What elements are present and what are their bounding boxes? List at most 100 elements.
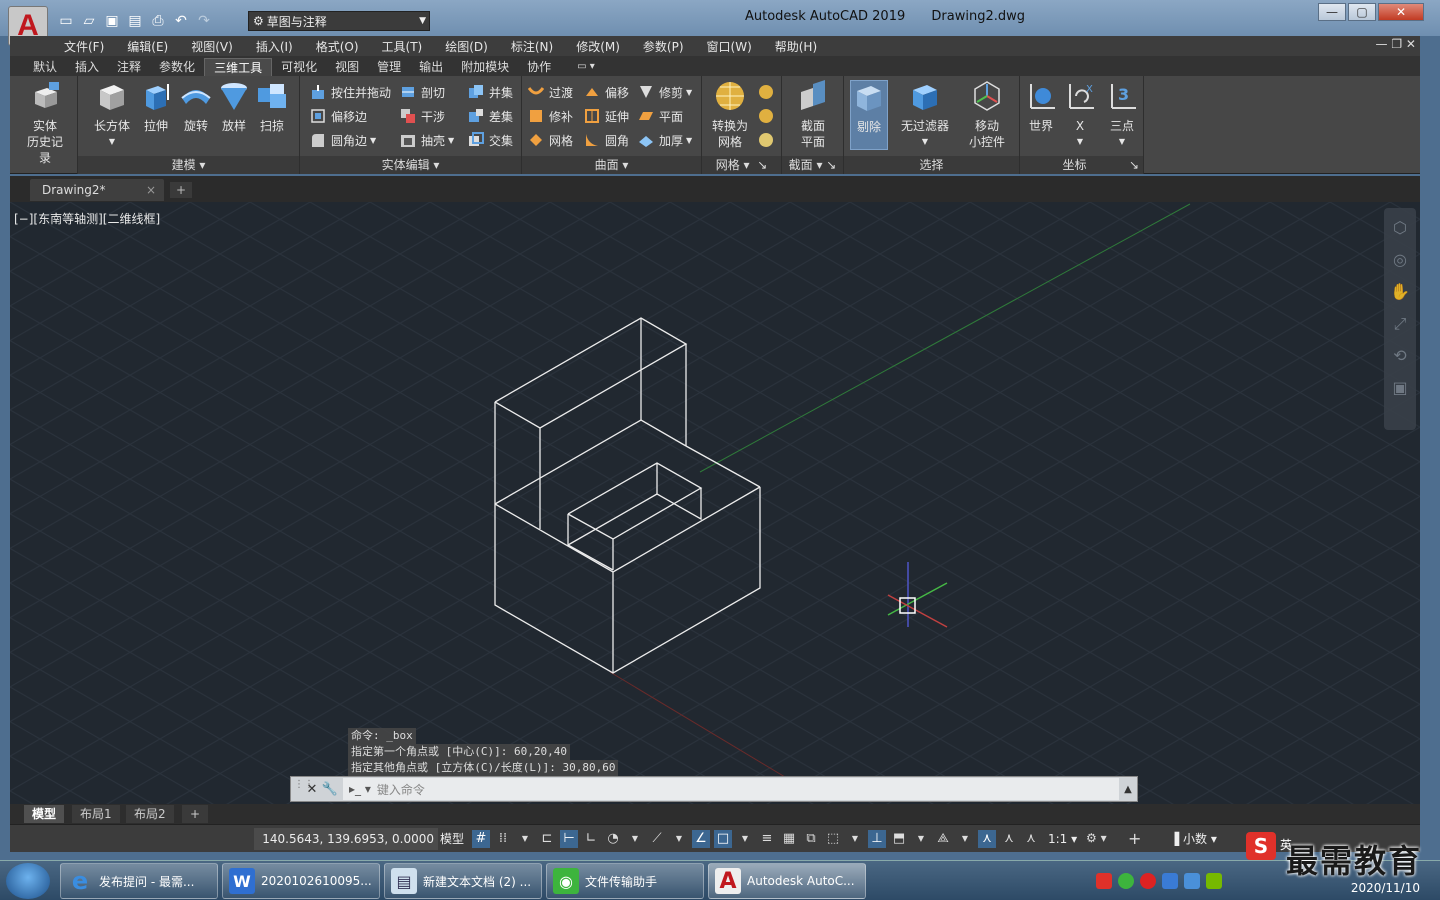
menu-modify[interactable]: 修改(M) [576,38,620,55]
transparency-icon[interactable]: ▦ [780,830,798,848]
annotation-scale-icon[interactable]: ⋏ [1022,830,1040,848]
culling-button[interactable]: 剔除 [850,80,888,150]
cursor-coordinates[interactable]: 140.5643, 139.6953, 0.0000 [254,828,438,850]
command-prompt-icon[interactable]: ▸_ ▾ [349,782,371,796]
snap-icon[interactable]: ⁞⁞ [494,830,512,848]
drawing-canvas[interactable] [10,202,1420,804]
nvidia-icon[interactable] [1206,873,1222,889]
command-input[interactable]: ▸_ ▾ 键入命令 [343,778,1119,800]
dynamic-input-icon[interactable]: ⊢ [560,830,578,848]
save-as-icon[interactable]: ▤ [125,11,145,31]
tab-insert[interactable]: 插入 [66,58,108,76]
grid-icon[interactable]: # [472,830,490,848]
surface-network-button[interactable]: 网格 [528,130,573,150]
surface-fillet-button[interactable]: 圆角 [584,130,629,150]
plus-icon[interactable]: + [1128,829,1141,848]
tab-collaborate[interactable]: 协作 [518,58,560,76]
surface-extend-button[interactable]: 延伸 [584,106,629,126]
3d-osnap-icon[interactable]: ⬚ [824,830,842,848]
tab-visualize[interactable]: 可视化 [272,58,326,76]
close-icon[interactable]: × [146,179,156,201]
panel-mesh-title[interactable]: 网格 ▾ ↘ [702,156,781,174]
drag-handle-icon[interactable]: ⋮⋮ [291,779,314,799]
subtract-button[interactable]: 差集 [468,106,513,126]
slice-button[interactable]: 剖切 [400,82,445,102]
chevron-down-icon[interactable]: ▼ [626,830,644,848]
open-file-icon[interactable]: ▱ [79,11,99,31]
taskbar-item-notepad[interactable]: ▤ 新建文本文档 (2) ... [384,863,542,899]
tab-annotate[interactable]: 注释 [108,58,150,76]
doc-window-controls[interactable]: — ❐ ✕ [1376,37,1416,51]
tab-output[interactable]: 输出 [410,58,452,76]
surface-blend-button[interactable]: 过渡 [528,82,573,102]
steering-wheel-icon[interactable]: ◎ [1388,248,1412,272]
menu-window[interactable]: 窗口(W) [707,38,752,55]
selection-cycling-icon[interactable]: ⧉ [802,830,820,848]
tab-3d-tools[interactable]: 三维工具 [204,58,273,76]
zoom-extents-icon[interactable]: ⤢ [1388,312,1412,336]
tab-manage[interactable]: 管理 [368,58,410,76]
panel-section-title[interactable]: 截面 ▾ ↘ [782,156,843,174]
menu-insert[interactable]: 插入(I) [256,38,293,55]
intersect-button[interactable]: 交集 [468,130,513,150]
move-gizmo-button[interactable]: 移动 小控件 [962,80,1012,150]
maximize-button[interactable]: ▢ [1348,3,1376,21]
tab-addins[interactable]: 附加模块 [452,58,518,76]
units-dropdown[interactable]: ▐ 小数 ▾ [1170,828,1250,850]
tab-parametric[interactable]: 参数化 [150,58,204,76]
model-space-button[interactable]: 模型 [440,828,464,850]
extrude-button[interactable]: 拉伸 [136,80,176,134]
panel-coordinates-title[interactable]: 坐标 ↘ [1020,156,1143,174]
selection-filter-icon[interactable]: ⬒ [890,830,908,848]
ucs-x-button[interactable]: X X ▼ [1062,80,1098,150]
annotation-scale-dropdown[interactable]: 1:1 ▾ [1048,828,1077,850]
panel-surface-title[interactable]: 曲面 ▾ [522,156,701,174]
tab-view[interactable]: 视图 [326,58,368,76]
shield-icon[interactable] [1162,873,1178,889]
solid-history-button[interactable]: 实体 历史记录 [22,80,68,166]
polar-icon[interactable]: ◔ [604,830,622,848]
network-tray-icon[interactable] [1184,873,1200,889]
panel-solid-editing-title[interactable]: 实体编辑 ▾ [300,156,521,174]
menu-file[interactable]: 文件(F) [64,38,104,55]
object-snap-icon[interactable]: □ [714,830,732,848]
gear-icon[interactable]: ⚙ ▾ [1086,831,1107,845]
doc-tab-drawing2[interactable]: Drawing2* × [30,179,164,201]
lineweight-icon[interactable]: ≡ [758,830,776,848]
print-icon[interactable]: ⎙ [148,11,168,31]
minimize-button[interactable]: — [1318,3,1346,21]
new-file-icon[interactable]: ▭ [56,11,76,31]
object-snap-tracking-icon[interactable]: ∠ [692,830,710,848]
fillet-edge-button[interactable]: 圆角边 ▼ [310,130,376,150]
drawing-viewport[interactable]: [−][东南等轴测][二维线框] ⬡ ◎ ✋ ⤢ ⟲ ▣ 命令: _box 指定… [10,202,1420,804]
chevron-down-icon[interactable]: ▼ [846,830,864,848]
ucs-three-point-button[interactable]: 3 三点 ▼ [1102,80,1142,150]
workspace-dropdown[interactable]: ⚙ 草图与注释 ▼ [248,11,430,31]
ribbon-toggle-icon[interactable]: ▭ ▾ [568,58,604,76]
loft-button[interactable]: 放样 [214,80,254,134]
tab-layout2[interactable]: 布局2 [126,805,174,823]
showmotion-icon[interactable]: ▣ [1388,376,1412,400]
chevron-down-icon[interactable]: ▼ [736,830,754,848]
no-filter-button[interactable]: 无过滤器 ▼ [896,80,954,150]
tab-default[interactable]: 默认 [24,58,66,76]
menu-format[interactable]: 格式(O) [316,38,359,55]
sweep-button[interactable]: 扫掠 [252,80,292,134]
mesh-tool-2-button[interactable] [758,106,779,126]
wrench-icon[interactable]: 🔧 [321,782,339,797]
dynamic-ucs-icon[interactable]: ⊥ [868,830,886,848]
tab-layout1[interactable]: 布局1 [72,805,120,823]
pan-icon[interactable]: ✋ [1388,280,1412,304]
mesh-tool-1-button[interactable] [758,82,779,102]
interfere-button[interactable]: 干涉 [400,106,445,126]
offset-edge-button[interactable]: 偏移边 [310,106,367,126]
panel-modeling-title[interactable]: 建模 ▾ [78,156,299,174]
gizmo-status-icon[interactable]: ⟁ [934,830,952,848]
presspull-button[interactable]: 按住并拖动 [310,82,391,102]
menu-parametric[interactable]: 参数(P) [643,38,684,55]
save-icon[interactable]: ▣ [102,11,122,31]
add-layout-button[interactable]: + [182,805,209,823]
menu-dimension[interactable]: 标注(N) [511,38,553,55]
infer-constraints-icon[interactable]: ⊏ [538,830,556,848]
box-button[interactable]: 长方体 ▼ [90,80,134,150]
